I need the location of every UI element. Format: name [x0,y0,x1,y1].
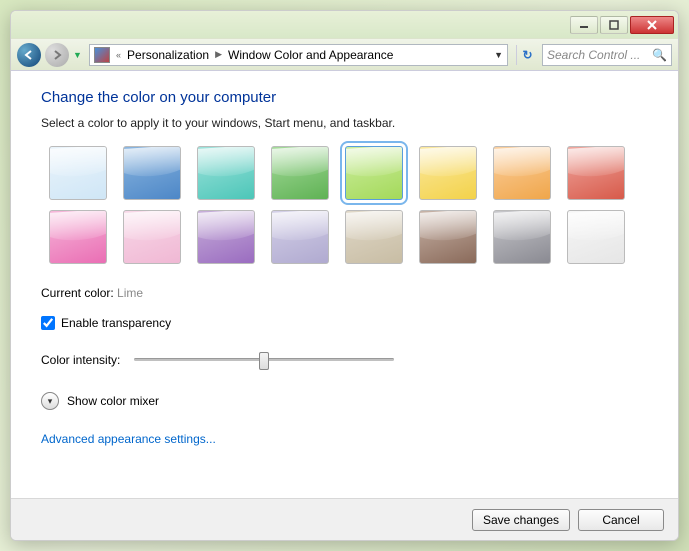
show-color-mixer-toggle[interactable]: ▾ Show color mixer [41,392,648,410]
transparency-row: Enable transparency [41,316,648,330]
transparency-label[interactable]: Enable transparency [61,316,171,330]
content-area: Change the color on your computer Select… [11,71,678,498]
window-titlebar [11,11,678,39]
slider-thumb[interactable] [259,352,269,370]
color-swatch-sky[interactable] [49,146,107,200]
chevron-right-icon: ▶ [213,49,224,60]
minimize-icon [579,20,589,30]
chevron-down-icon: ▾ [41,392,59,410]
cancel-button[interactable]: Cancel [578,509,664,531]
breadcrumb-parent[interactable]: Personalization [127,48,209,62]
color-swatch-pumpkin[interactable] [493,146,551,200]
current-color-line: Current color: Lime [41,286,648,300]
color-swatch-frost[interactable] [567,210,625,264]
color-swatch-slate[interactable] [493,210,551,264]
color-swatch-sea[interactable] [197,146,255,200]
color-swatch-sun[interactable] [419,146,477,200]
color-swatch-chocolate[interactable] [419,210,477,264]
nav-history-dropdown[interactable]: ▼ [73,50,85,60]
intensity-row: Color intensity: [41,350,648,370]
search-icon: 🔍 [652,48,667,62]
nav-forward-button[interactable] [45,43,69,67]
color-swatch-ruby[interactable] [567,146,625,200]
intensity-slider[interactable] [134,350,394,370]
color-mixer-label: Show color mixer [67,394,159,408]
color-swatch-lime[interactable] [345,146,403,200]
breadcrumb-current[interactable]: Window Color and Appearance [228,48,393,62]
intensity-label: Color intensity: [41,353,120,367]
current-color-label: Current color: [41,286,114,300]
color-swatch-fuchsia[interactable] [49,210,107,264]
maximize-icon [609,20,619,30]
color-swatch-grid [41,146,648,264]
minimize-button[interactable] [570,16,598,34]
arrow-right-icon [51,49,63,61]
maximize-button[interactable] [600,16,628,34]
advanced-appearance-link[interactable]: Advanced appearance settings... [41,432,648,446]
address-bar[interactable]: « Personalization ▶ Window Color and App… [89,44,508,66]
address-dropdown-icon[interactable]: ▼ [494,50,503,60]
current-color-value: Lime [117,286,143,300]
color-swatch-taupe[interactable] [345,210,403,264]
search-input[interactable]: Search Control ... 🔍 [542,44,672,66]
color-swatch-leaf[interactable] [271,146,329,200]
arrow-left-icon [23,49,35,61]
control-panel-icon [94,47,110,63]
breadcrumb-prefix: « [114,50,123,60]
nav-toolbar: ▼ « Personalization ▶ Window Color and A… [11,39,678,71]
save-button[interactable]: Save changes [472,509,570,531]
refresh-icon: ↻ [522,48,532,62]
close-icon [646,20,658,30]
refresh-button[interactable]: ↻ [516,45,538,65]
control-panel-window: ▼ « Personalization ▶ Window Color and A… [10,10,679,541]
color-swatch-twilight[interactable] [123,146,181,200]
nav-back-button[interactable] [17,43,41,67]
color-swatch-lavender[interactable] [271,210,329,264]
page-title: Change the color on your computer [41,89,648,106]
page-description: Select a color to apply it to your windo… [41,116,648,130]
footer-button-bar: Save changes Cancel [11,498,678,540]
close-button[interactable] [630,16,674,34]
search-placeholder: Search Control ... [547,48,640,62]
color-swatch-blush[interactable] [123,210,181,264]
transparency-checkbox[interactable] [41,316,55,330]
color-swatch-violet[interactable] [197,210,255,264]
